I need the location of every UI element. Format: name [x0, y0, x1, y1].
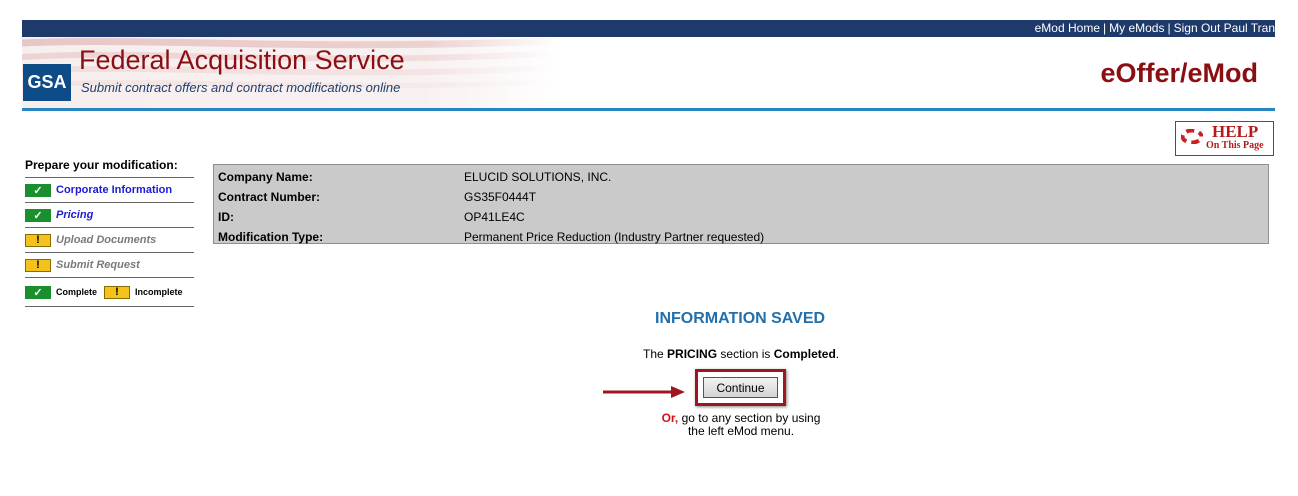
saved-msg-prefix: The — [643, 347, 664, 361]
site-header: GSA Federal Acquisition Service Submit c… — [22, 37, 1275, 109]
help-button[interactable]: HELP On This Page — [1175, 121, 1274, 156]
legend-complete-label: Complete — [56, 287, 98, 297]
site-subtitle: Submit contract offers and contract modi… — [81, 80, 401, 95]
saved-msg-end: . — [835, 347, 840, 361]
menu-item-label[interactable]: Corporate Information — [56, 184, 172, 196]
saved-status: Completed — [773, 347, 836, 361]
nav-separator: | — [1167, 21, 1171, 35]
info-value: Permanent Price Reduction (Industry Part… — [464, 230, 765, 244]
top-nav-bar: eMod Home | My eMods | Sign Out Paul Tran — [22, 20, 1275, 37]
exclamation-icon: ! — [25, 233, 51, 247]
gsa-logo: GSA — [23, 64, 71, 101]
menu-item-upload-documents[interactable]: ! Upload Documents — [25, 228, 194, 253]
or-text-line2: the left eMod menu. — [687, 424, 795, 438]
my-emods-link[interactable]: My eMods — [1109, 21, 1164, 35]
saved-message: The PRICING section is Completed. — [643, 347, 839, 361]
or-label: Or, — [661, 411, 679, 425]
info-label: Company Name: — [218, 170, 313, 184]
info-label: Contract Number: — [218, 190, 321, 204]
pointer-arrow-icon — [603, 386, 685, 398]
continue-button[interactable]: Continue — [703, 377, 778, 398]
or-text-line1: go to any section by using — [681, 411, 821, 425]
continue-highlight: Continue — [695, 369, 786, 406]
header-divider — [22, 108, 1275, 111]
emod-home-link[interactable]: eMod Home — [1035, 21, 1100, 35]
information-saved-heading: INFORMATION SAVED — [655, 310, 826, 327]
alternate-navigation-note: Or, go to any section by using the left … — [655, 412, 827, 438]
legend-incomplete-label: Incomplete — [135, 287, 183, 297]
menu-item-label: Upload Documents — [56, 234, 157, 246]
life-ring-icon — [1181, 129, 1203, 144]
sign-out-link[interactable]: Sign Out Paul Tran — [1174, 21, 1275, 35]
top-nav-links: eMod Home | My eMods | Sign Out Paul Tran — [1035, 21, 1275, 36]
info-row-contract-number: Contract Number: GS35F0444T — [214, 187, 1268, 207]
check-icon: ✓ — [25, 208, 51, 222]
check-icon: ✓ — [25, 285, 51, 299]
modification-info-panel: Company Name: ELUCID SOLUTIONS, INC. Con… — [213, 164, 1269, 244]
saved-section-name: PRICING — [667, 347, 718, 361]
emod-brand: eOffer/eMod — [1100, 58, 1258, 88]
site-title: Federal Acquisition Service — [79, 45, 405, 75]
menu-title: Prepare your modification: — [25, 157, 194, 178]
info-row-company: Company Name: ELUCID SOLUTIONS, INC. — [214, 167, 1268, 187]
menu-item-pricing[interactable]: ✓ Pricing — [25, 203, 194, 228]
info-row-modification-type: Modification Type: Permanent Price Reduc… — [214, 227, 1268, 247]
check-icon: ✓ — [25, 183, 51, 197]
help-label: HELP — [1212, 122, 1259, 141]
info-label: Modification Type: — [218, 230, 324, 244]
info-value: ELUCID SOLUTIONS, INC. — [464, 170, 612, 184]
menu-item-corporate-information[interactable]: ✓ Corporate Information — [25, 178, 194, 203]
help-sublabel: On This Page — [1206, 140, 1264, 151]
menu-item-submit-request[interactable]: ! Submit Request — [25, 253, 194, 278]
info-value: OP41LE4C — [464, 210, 525, 224]
menu-item-label[interactable]: Pricing — [56, 209, 93, 221]
exclamation-icon: ! — [25, 258, 51, 272]
info-row-id: ID: OP41LE4C — [214, 207, 1268, 227]
status-legend: ✓ Complete ! Incomplete — [25, 278, 194, 307]
exclamation-icon: ! — [104, 285, 131, 299]
info-value: GS35F0444T — [464, 190, 537, 204]
emod-menu: Prepare your modification: ✓ Corporate I… — [25, 157, 194, 307]
saved-msg-mid: section is — [720, 347, 771, 361]
menu-item-label: Submit Request — [56, 259, 140, 271]
nav-separator: | — [1103, 21, 1107, 35]
info-label: ID: — [218, 210, 234, 224]
